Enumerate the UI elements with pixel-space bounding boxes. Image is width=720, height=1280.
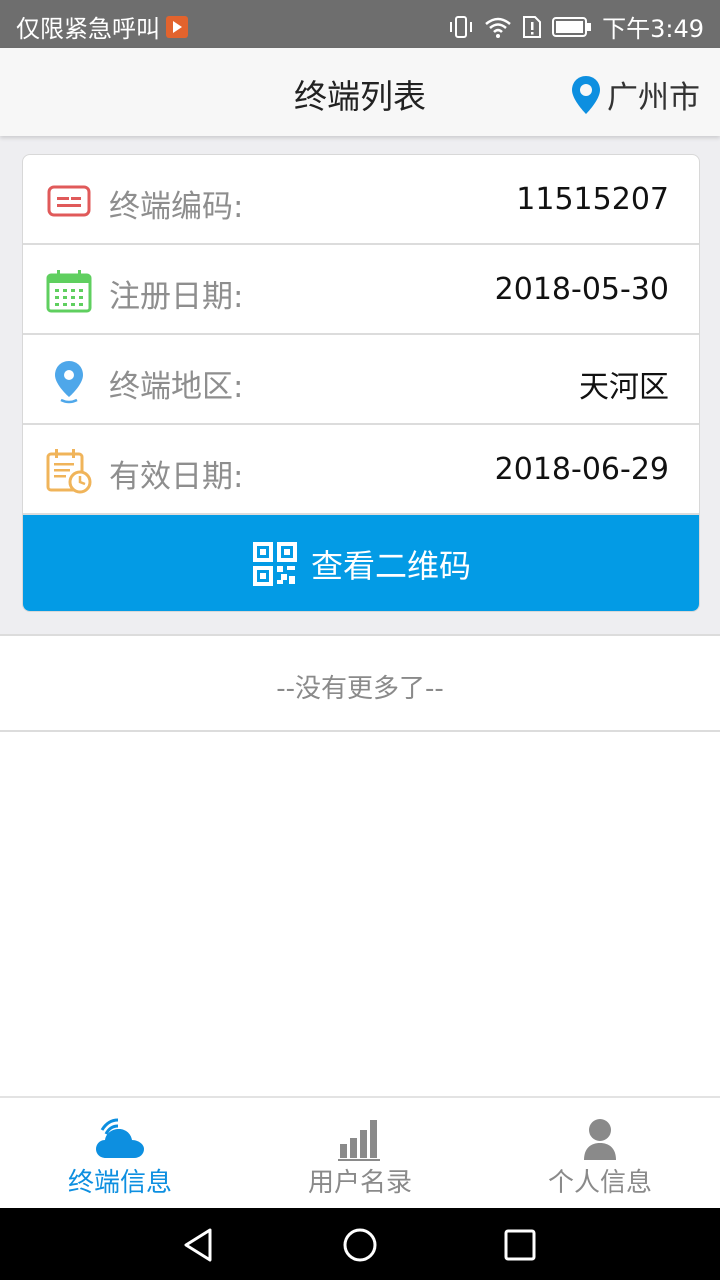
wifi-icon [485,17,511,38]
register-date-row: 注册日期: 2018-05-30 [23,245,699,335]
no-more-text: --没有更多了-- [276,674,444,704]
vibrate-icon [450,15,473,38]
city-label: 广州市 [607,80,700,116]
terminal-code-label: 终端编码: [109,189,244,225]
bottom-tab-bar: 终端信息 用户名录 个人信息 [0,1096,720,1208]
city-selector[interactable]: 广州市 [571,72,700,117]
valid-date-label: 有效日期: [109,459,244,495]
valid-date-row: 有效日期: 2018-06-29 [23,425,699,515]
tab-terminal-info-label: 终端信息 [67,1168,172,1198]
back-icon[interactable] [180,1226,218,1264]
sim-alert-icon [523,15,542,38]
person-icon [584,1119,616,1160]
home-icon[interactable] [341,1226,379,1264]
list-end-indicator: --没有更多了-- [0,634,720,732]
status-right: 下午3:49 [448,9,704,44]
tab-personal-info[interactable]: 个人信息 [480,1098,720,1208]
view-qr-code-label: 查看二维码 [310,547,471,585]
app-header: 终端列表 广州市 [0,48,720,136]
qr-code-icon [252,542,297,586]
status-time: 下午3:49 [602,15,704,43]
video-app-icon [166,15,188,38]
calendar-icon [46,270,92,313]
terminal-region-row: 终端地区: 天河区 [23,335,699,425]
carrier-text: 仅限紧急呼叫 [16,15,160,43]
tab-user-directory-label: 用户名录 [307,1168,412,1198]
terminal-list: 终端编码: 11515207 注册日期: 2018-05-30 终端地区: 天河… [0,136,720,634]
terminal-code-value: 11515207 [516,182,669,217]
tab-personal-info-label: 个人信息 [547,1168,652,1198]
bar-chart-icon [338,1120,380,1161]
location-pin-icon [55,361,83,404]
system-nav-bar [0,1208,720,1280]
register-date-label: 注册日期: [109,279,244,315]
calendar-clock-icon [46,449,92,494]
status-left: 仅限紧急呼叫 [16,9,188,44]
battery-icon [552,16,592,37]
terminal-region-value: 天河区 [579,370,669,405]
location-pin-icon [572,75,600,114]
id-card-icon [47,185,91,217]
register-date-value: 2018-05-30 [494,272,669,307]
cloud-signal-icon [96,1118,144,1158]
terminal-code-row: 终端编码: 11515207 [23,155,699,245]
tab-terminal-info[interactable]: 终端信息 [0,1098,240,1208]
recent-apps-icon[interactable] [501,1226,539,1264]
terminal-card: 终端编码: 11515207 注册日期: 2018-05-30 终端地区: 天河… [22,154,700,612]
terminal-region-label: 终端地区: [109,369,244,405]
tab-user-directory[interactable]: 用户名录 [240,1098,480,1208]
valid-date-value: 2018-06-29 [494,452,669,487]
view-qr-code-button[interactable]: 查看二维码 [23,515,699,611]
status-bar: 仅限紧急呼叫 下午3:49 [0,0,720,48]
